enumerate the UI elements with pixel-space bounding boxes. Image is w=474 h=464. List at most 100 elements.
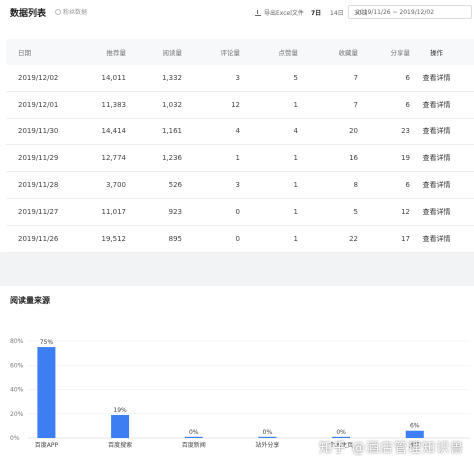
cell-likes: 1 <box>293 207 298 216</box>
cell-reads: 1,236 <box>161 154 182 163</box>
col-header-likes: 点赞量 <box>278 49 299 57</box>
cell-shares: 6 <box>405 100 410 109</box>
upload-icon <box>255 9 261 16</box>
table-row: 2019/11/28 3,700 526 3 1 8 6 查看详情 <box>6 172 474 199</box>
cell-reads: 1,332 <box>161 73 182 82</box>
export-excel-button[interactable]: 导出Excel文件 <box>255 8 304 17</box>
view-details-link[interactable]: 查看详情 <box>413 207 463 217</box>
col-header-comments: 评论量 <box>220 49 241 57</box>
y-tick-label: 60% <box>10 362 24 369</box>
y-tick-label: 20% <box>10 411 24 418</box>
data-table: 日期 推荐量 阅读量 评论量 点赞量 收藏量 分享量 操作 2019/12/02… <box>6 39 474 253</box>
bar-value-label: 0% <box>263 429 273 436</box>
cell-date: 2019/11/28 <box>18 181 59 190</box>
cell-recommend: 11,017 <box>101 207 127 216</box>
cell-favorites: 8 <box>353 181 358 190</box>
table-row: 2019/11/29 12,774 1,236 1 1 16 19 查看详情 <box>6 145 474 173</box>
view-details-link[interactable]: 查看详情 <box>413 234 463 244</box>
range-14d-tab[interactable]: 14日 <box>330 8 344 17</box>
table-row: 2019/11/30 14,414 1,161 4 4 20 23 查看详情 <box>6 119 474 146</box>
cell-reads: 1,161 <box>161 127 182 136</box>
date-range-value: 2019/11/26 ~ 2019/12/02 <box>356 8 435 16</box>
cell-comments: 3 <box>235 73 240 82</box>
cell-favorites: 22 <box>349 234 358 243</box>
view-details-link[interactable]: 查看详情 <box>413 73 463 83</box>
x-tick-label: 百度APP <box>35 441 59 449</box>
cell-reads: 526 <box>168 181 182 190</box>
col-header-reads: 阅读量 <box>162 49 183 57</box>
bar-value-label: 6% <box>410 423 420 430</box>
cell-likes: 1 <box>293 100 298 109</box>
date-range-picker[interactable]: 2019/11/26 ~ 2019/12/02 <box>348 5 472 19</box>
table-row: 2019/12/01 11,383 1,032 12 1 7 6 查看详情 <box>6 92 474 119</box>
cell-reads: 895 <box>168 234 182 243</box>
cell-comments: 12 <box>231 100 240 109</box>
table-header-row: 日期 推荐量 阅读量 评论量 点赞量 收藏量 分享量 操作 <box>6 39 474 65</box>
cell-recommend: 14,414 <box>101 127 127 136</box>
cell-comments: 3 <box>235 181 240 190</box>
bar[interactable] <box>184 436 203 438</box>
export-label: 导出Excel文件 <box>264 10 304 17</box>
cell-shares: 6 <box>405 181 410 190</box>
cell-likes: 1 <box>293 234 298 243</box>
cell-date: 2019/11/26 <box>18 234 59 243</box>
col-header-date: 日期 <box>18 49 31 57</box>
page-title: 数据列表 <box>10 9 47 19</box>
view-details-link[interactable]: 查看详情 <box>413 126 463 136</box>
view-details-link[interactable]: 查看详情 <box>413 100 463 110</box>
cell-comments: 4 <box>235 127 240 136</box>
col-header-actions: 操作 <box>430 49 443 57</box>
cell-date: 2019/11/30 <box>18 127 59 136</box>
view-details-link[interactable]: 查看详情 <box>413 180 463 190</box>
bar[interactable] <box>111 414 130 438</box>
bar-value-label: 0% <box>189 429 199 436</box>
fans-icon <box>55 8 61 15</box>
cell-shares: 6 <box>405 73 410 82</box>
cell-shares: 12 <box>401 207 410 216</box>
cell-date: 2019/12/02 <box>18 73 59 82</box>
cell-shares: 17 <box>401 234 410 243</box>
cell-date: 2019/12/01 <box>18 100 59 109</box>
range-7d-tab[interactable]: 7日 <box>311 8 321 17</box>
cell-favorites: 16 <box>349 154 358 163</box>
cell-comments: 0 <box>235 234 240 243</box>
cell-likes: 5 <box>293 73 298 82</box>
read-source-card: 阅读量来源 0% 20% 40% 60% 80% 75% 百度APP 19% 百度搜索 0% 百度新… <box>0 286 474 464</box>
col-header-shares: 分享量 <box>390 49 411 57</box>
cell-favorites: 20 <box>349 127 358 136</box>
fans-data-link[interactable]: 粉丝数据 <box>55 7 87 16</box>
cell-recommend: 14,011 <box>101 73 127 82</box>
bar[interactable] <box>37 347 56 438</box>
cell-comments: 1 <box>235 154 240 163</box>
bar[interactable] <box>258 436 277 438</box>
cell-recommend: 12,774 <box>101 154 127 163</box>
bar-value-label: 0% <box>336 429 346 436</box>
x-tick-label: 百度新闻 <box>182 441 206 449</box>
cell-date: 2019/11/29 <box>18 154 59 163</box>
cell-reads: 1,032 <box>161 100 182 109</box>
cell-favorites: 7 <box>353 100 358 109</box>
col-header-recommend: 推荐量 <box>106 49 127 57</box>
view-details-link[interactable]: 查看详情 <box>413 153 463 163</box>
cell-likes: 1 <box>293 181 298 190</box>
cell-shares: 19 <box>401 154 410 163</box>
x-tick-label: 百度搜索 <box>108 441 132 449</box>
cell-favorites: 7 <box>353 73 358 82</box>
col-header-favorites: 收藏量 <box>338 49 359 57</box>
cell-comments: 0 <box>235 207 240 216</box>
cell-recommend: 11,383 <box>101 100 127 109</box>
data-list-card: 数据列表 粉丝数据 导出Excel文件 7日 14日 30日 2019/11/2… <box>0 0 474 253</box>
y-tick-label: 0% <box>10 435 20 442</box>
watermark-text: 知乎 @酒店管理知识兽 <box>318 441 464 456</box>
x-tick-label: 站外分享 <box>255 441 279 449</box>
y-tick-label: 40% <box>10 387 24 394</box>
bar-value-label: 75% <box>40 339 54 346</box>
table-row: 2019/11/27 11,017 923 0 1 5 12 查看详情 <box>6 199 474 226</box>
table-row: 2019/12/02 14,011 1,332 3 5 7 6 查看详情 <box>6 65 474 92</box>
cell-date: 2019/11/27 <box>18 207 59 216</box>
cell-reads: 923 <box>168 207 182 216</box>
cell-favorites: 5 <box>353 207 358 216</box>
cell-recommend: 3,700 <box>105 181 126 190</box>
fans-data-label: 粉丝数据 <box>63 9 88 16</box>
cell-likes: 1 <box>293 154 298 163</box>
